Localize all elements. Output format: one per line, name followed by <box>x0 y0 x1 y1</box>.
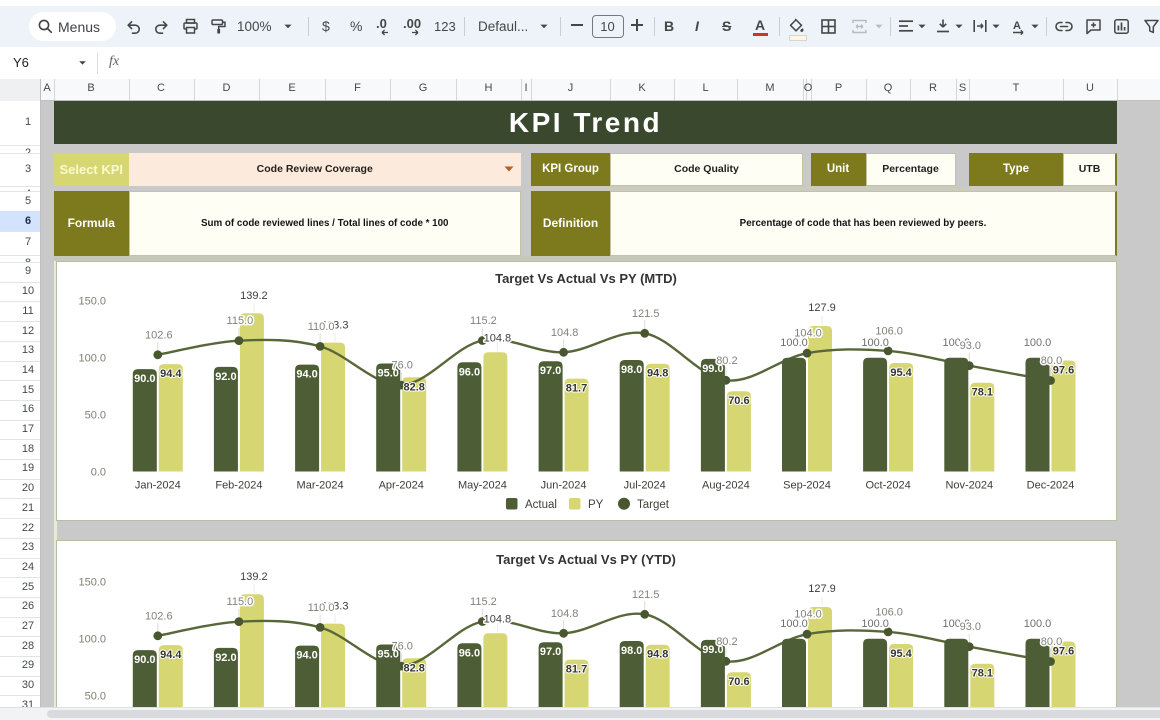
svg-text:94.8: 94.8 <box>646 648 667 660</box>
svg-text:Dec-2024: Dec-2024 <box>1026 480 1074 492</box>
svg-text:Apr-2024: Apr-2024 <box>378 480 423 492</box>
svg-text:70.6: 70.6 <box>728 395 749 407</box>
svg-text:97.0: 97.0 <box>539 365 560 377</box>
svg-text:100.0: 100.0 <box>861 617 889 629</box>
svg-text:80.0: 80.0 <box>1040 636 1061 648</box>
svg-text:127.9: 127.9 <box>808 583 836 595</box>
svg-text:104.0: 104.0 <box>794 608 822 620</box>
svg-text:102.6: 102.6 <box>145 610 173 622</box>
svg-text:90.0: 90.0 <box>134 373 155 385</box>
svg-text:106.0: 106.0 <box>875 606 903 618</box>
svg-text:95.4: 95.4 <box>890 367 912 379</box>
svg-text:92.0: 92.0 <box>215 371 236 383</box>
svg-text:Nov-2024: Nov-2024 <box>945 480 993 492</box>
svg-text:139.2: 139.2 <box>240 290 268 302</box>
svg-text:150.0: 150.0 <box>78 576 106 588</box>
svg-text:Sep-2024: Sep-2024 <box>783 480 831 492</box>
svg-text:100.0: 100.0 <box>78 353 106 365</box>
svg-text:139.2: 139.2 <box>240 571 268 583</box>
svg-text:Target Vs Actual Vs PY (MTD): Target Vs Actual Vs PY (MTD) <box>495 271 677 286</box>
svg-text:Target: Target <box>637 499 670 511</box>
svg-text:98.0: 98.0 <box>620 645 641 657</box>
svg-text:95.4: 95.4 <box>890 648 912 660</box>
svg-text:A: A <box>1013 20 1021 32</box>
svg-text:115.2: 115.2 <box>470 315 497 327</box>
svg-text:104.8: 104.8 <box>483 613 511 625</box>
svg-text:110.0: 110.0 <box>307 321 334 333</box>
svg-text:Jan-2024: Jan-2024 <box>134 480 180 492</box>
svg-text:70.6: 70.6 <box>728 676 749 688</box>
svg-text:0.0: 0.0 <box>90 466 105 478</box>
svg-text:82.8: 82.8 <box>403 381 424 393</box>
svg-text:121.5: 121.5 <box>631 308 659 320</box>
svg-text:76.0: 76.0 <box>391 360 412 372</box>
svg-text:May-2024: May-2024 <box>457 480 506 492</box>
svg-text:81.7: 81.7 <box>565 663 586 675</box>
svg-text:104.8: 104.8 <box>550 607 578 619</box>
svg-text:110.0: 110.0 <box>307 601 334 613</box>
svg-text:96.0: 96.0 <box>458 647 479 659</box>
svg-text:93.0: 93.0 <box>959 621 980 633</box>
svg-text:Oct-2024: Oct-2024 <box>865 480 910 492</box>
svg-text:Actual: Actual <box>525 499 557 511</box>
svg-text:106.0: 106.0 <box>875 325 903 337</box>
svg-text:78.1: 78.1 <box>971 387 992 399</box>
svg-text:76.0: 76.0 <box>391 640 412 652</box>
svg-text:121.5: 121.5 <box>631 588 659 600</box>
svg-text:81.7: 81.7 <box>565 383 586 395</box>
svg-text:Jun-2024: Jun-2024 <box>540 480 586 492</box>
svg-text:94.4: 94.4 <box>160 368 182 380</box>
svg-text:Aug-2024: Aug-2024 <box>702 480 750 492</box>
svg-text:102.6: 102.6 <box>145 329 173 341</box>
svg-text:97.0: 97.0 <box>539 646 560 658</box>
svg-text:98.0: 98.0 <box>620 364 641 376</box>
svg-text:100.0: 100.0 <box>78 633 106 645</box>
svg-text:78.1: 78.1 <box>971 667 992 679</box>
svg-text:Jul-2024: Jul-2024 <box>623 480 665 492</box>
svg-text:94.8: 94.8 <box>646 368 667 380</box>
svg-text:150.0: 150.0 <box>78 296 106 308</box>
svg-text:94.4: 94.4 <box>160 649 182 661</box>
svg-text:100.0: 100.0 <box>1023 617 1051 629</box>
svg-text:96.0: 96.0 <box>458 366 479 378</box>
svg-text:Mar-2024: Mar-2024 <box>296 480 343 492</box>
svg-text:127.9: 127.9 <box>808 302 836 314</box>
svg-text:104.8: 104.8 <box>483 332 511 344</box>
svg-text:94.0: 94.0 <box>296 369 317 381</box>
svg-text:Feb-2024: Feb-2024 <box>215 480 262 492</box>
svg-text:80.2: 80.2 <box>716 355 737 367</box>
svg-text:104.0: 104.0 <box>794 328 822 340</box>
svg-text:94.0: 94.0 <box>296 649 317 661</box>
svg-text:PY: PY <box>588 499 604 511</box>
svg-text:80.2: 80.2 <box>716 635 737 647</box>
svg-text:115.0: 115.0 <box>226 596 253 608</box>
svg-text:50.0: 50.0 <box>84 409 105 421</box>
svg-text:115.2: 115.2 <box>470 596 497 608</box>
svg-text:100.0: 100.0 <box>1023 337 1051 349</box>
svg-text:115.0: 115.0 <box>226 315 253 327</box>
svg-text:82.8: 82.8 <box>403 662 424 674</box>
svg-text:104.8: 104.8 <box>550 327 578 339</box>
svg-text:93.0: 93.0 <box>959 340 980 352</box>
svg-text:50.0: 50.0 <box>84 690 105 702</box>
svg-text:92.0: 92.0 <box>215 651 236 663</box>
svg-text:100.0: 100.0 <box>861 337 889 349</box>
svg-text:90.0: 90.0 <box>134 654 155 666</box>
svg-text:80.0: 80.0 <box>1040 355 1061 367</box>
svg-text:Target Vs Actual Vs PY (YTD): Target Vs Actual Vs PY (YTD) <box>496 552 676 567</box>
